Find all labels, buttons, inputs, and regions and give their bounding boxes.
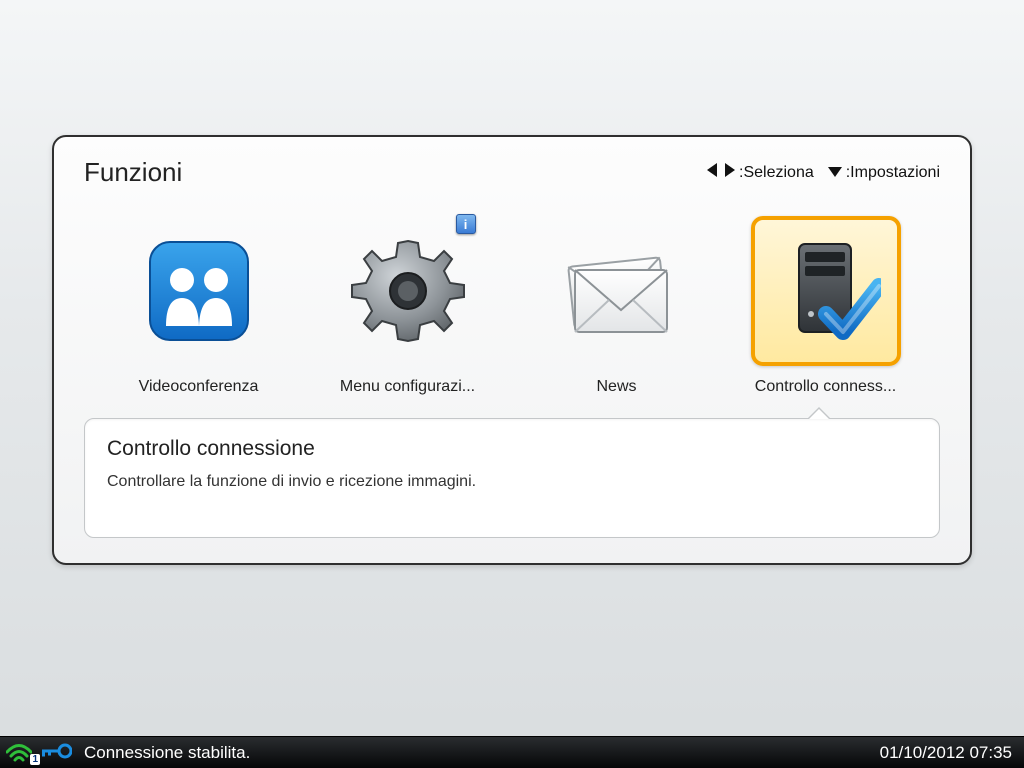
videoconference-icon	[124, 216, 274, 366]
panel-header: Funzioni :Seleziona :Impostazioni	[84, 157, 940, 188]
description-box: Controllo connessione Controllare la fun…	[84, 418, 940, 538]
panel-title: Funzioni	[84, 157, 182, 188]
func-videoconference[interactable]: Videoconferenza	[109, 216, 289, 396]
hint-settings-label: :Impostazioni	[846, 164, 940, 182]
status-datetime: 01/10/2012 07:35	[880, 743, 1012, 762]
status-bar: 1 Connessione stabilita. 01/10/2012 07:3…	[0, 736, 1024, 768]
func-label: Controllo conness...	[736, 378, 916, 396]
arrow-right-icon	[723, 163, 735, 182]
nav-hints: :Seleziona :Impostazioni	[707, 163, 940, 182]
functions-panel: Funzioni :Seleziona :Impostazioni	[52, 135, 972, 565]
func-connection-check[interactable]: Controllo conness...	[736, 216, 916, 396]
func-news[interactable]: News	[527, 216, 707, 396]
description-title: Controllo connessione	[107, 437, 917, 461]
wifi-level-badge: 1	[30, 754, 40, 765]
server-check-icon	[751, 216, 901, 366]
wifi-icon: 1	[6, 743, 34, 763]
description-text: Controllare la funzione di invio e ricez…	[107, 473, 917, 491]
func-label: News	[527, 378, 707, 396]
envelope-icon	[542, 216, 692, 366]
func-label: Menu configurazi...	[318, 378, 498, 396]
func-config-menu[interactable]: i Menu con	[318, 216, 498, 396]
func-label: Videoconferenza	[109, 378, 289, 396]
hint-select-label: :Seleziona	[739, 164, 814, 182]
functions-row: Videoconferenza i	[84, 216, 940, 396]
arrow-down-icon	[828, 164, 842, 182]
arrow-left-icon	[707, 163, 719, 182]
status-text: Connessione stabilita.	[84, 743, 250, 763]
key-icon	[42, 742, 72, 765]
gear-icon	[333, 216, 483, 366]
